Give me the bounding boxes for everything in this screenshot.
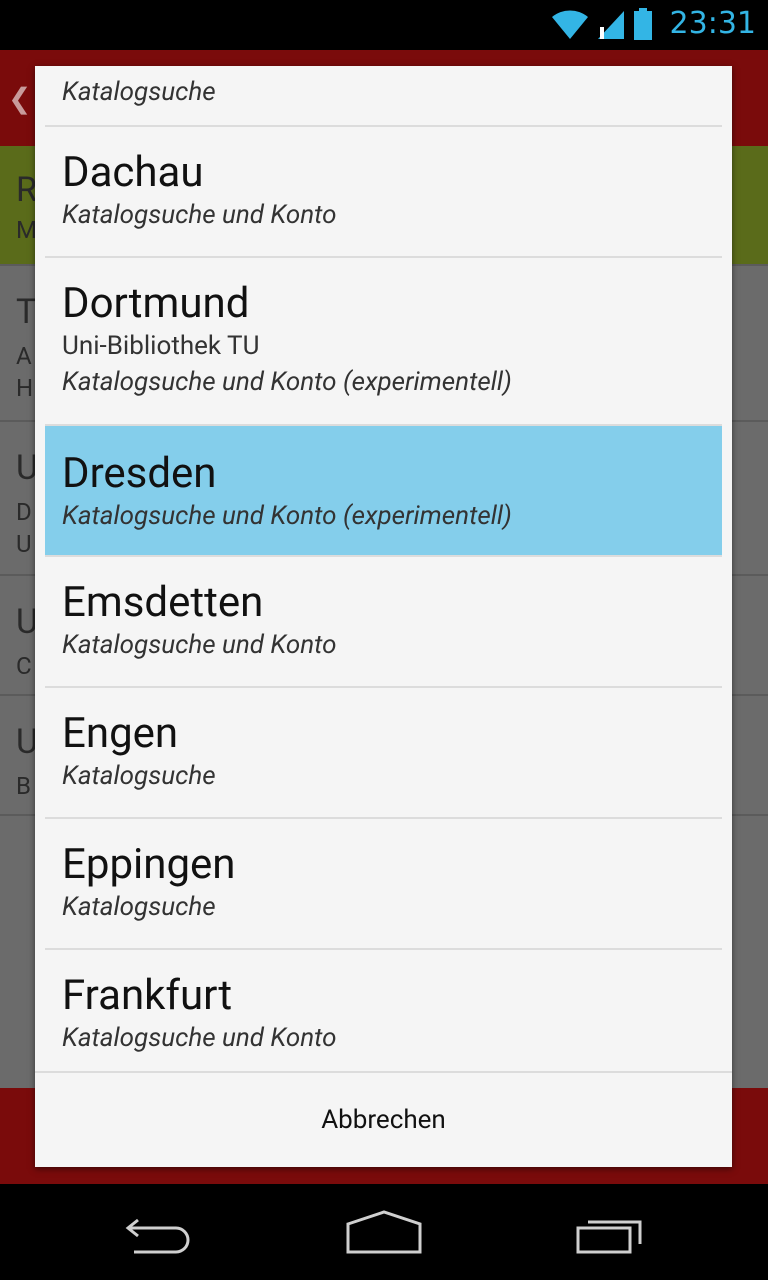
library-picker-dialog: Katalogsuche Dachau Katalogsuche und Kon… xyxy=(35,66,732,1167)
item-subtitle: Uni-Bibliothek TU xyxy=(62,331,260,361)
item-title: Emsdetten xyxy=(62,578,264,627)
row-initial: A xyxy=(16,342,32,370)
row-initial: B xyxy=(16,772,31,800)
row-initial: M xyxy=(16,216,37,244)
signal-icon xyxy=(597,10,624,39)
wifi-icon xyxy=(551,9,588,39)
row-initial: D xyxy=(16,498,32,526)
item-status: Katalogsuche und Konto (experimentell) xyxy=(62,367,512,397)
status-bar: 23:31 xyxy=(0,0,768,50)
back-icon[interactable] xyxy=(124,1210,196,1254)
list-item[interactable]: Dortmund Uni-Bibliothek TU Katalogsuche … xyxy=(45,258,722,424)
list-item[interactable]: Engen Katalogsuche xyxy=(45,688,722,817)
battery-icon xyxy=(633,7,652,40)
clock: 23:31 xyxy=(669,6,756,41)
list-item[interactable]: Frankfurt Katalogsuche und Konto xyxy=(45,950,722,1070)
item-title: Dachau xyxy=(62,148,204,197)
item-title: Dortmund xyxy=(62,279,250,328)
row-initial: C xyxy=(16,652,32,680)
item-status: Katalogsuche xyxy=(62,892,216,922)
item-status: Katalogsuche xyxy=(62,761,216,791)
list-item[interactable]: Eppingen Katalogsuche xyxy=(45,819,722,948)
dialog-button-bar: Abbrechen xyxy=(35,1071,732,1167)
navigation-bar xyxy=(0,1184,768,1280)
list-item[interactable]: Emsdetten Katalogsuche und Konto xyxy=(45,557,722,686)
list-item[interactable]: Katalogsuche xyxy=(45,66,722,126)
list-item[interactable]: Dachau Katalogsuche und Konto xyxy=(45,127,722,256)
status-icons: 23:31 xyxy=(550,6,756,41)
item-status: Katalogsuche und Konto xyxy=(62,630,337,660)
library-list[interactable]: Katalogsuche Dachau Katalogsuche und Kon… xyxy=(35,66,732,1070)
row-initial: R xyxy=(16,170,37,210)
item-title: Eppingen xyxy=(62,840,236,889)
item-status: Katalogsuche xyxy=(62,77,216,107)
recents-icon[interactable] xyxy=(574,1210,646,1254)
row-initial: U xyxy=(16,530,32,558)
cancel-button[interactable]: Abbrechen xyxy=(35,1073,732,1167)
back-caret-icon[interactable]: ❮ xyxy=(8,82,31,115)
item-status: Katalogsuche und Konto (experimentell) xyxy=(62,501,512,531)
item-title: Engen xyxy=(62,709,179,758)
item-title: Dresden xyxy=(62,449,217,498)
row-initial: T xyxy=(16,292,37,332)
item-status: Katalogsuche und Konto xyxy=(62,200,337,230)
home-icon[interactable] xyxy=(346,1210,422,1254)
item-status: Katalogsuche und Konto xyxy=(62,1023,337,1053)
list-item-selected[interactable]: Dresden Katalogsuche und Konto (experime… xyxy=(45,426,722,555)
item-title: Frankfurt xyxy=(62,971,233,1020)
row-initial: H xyxy=(16,374,34,402)
